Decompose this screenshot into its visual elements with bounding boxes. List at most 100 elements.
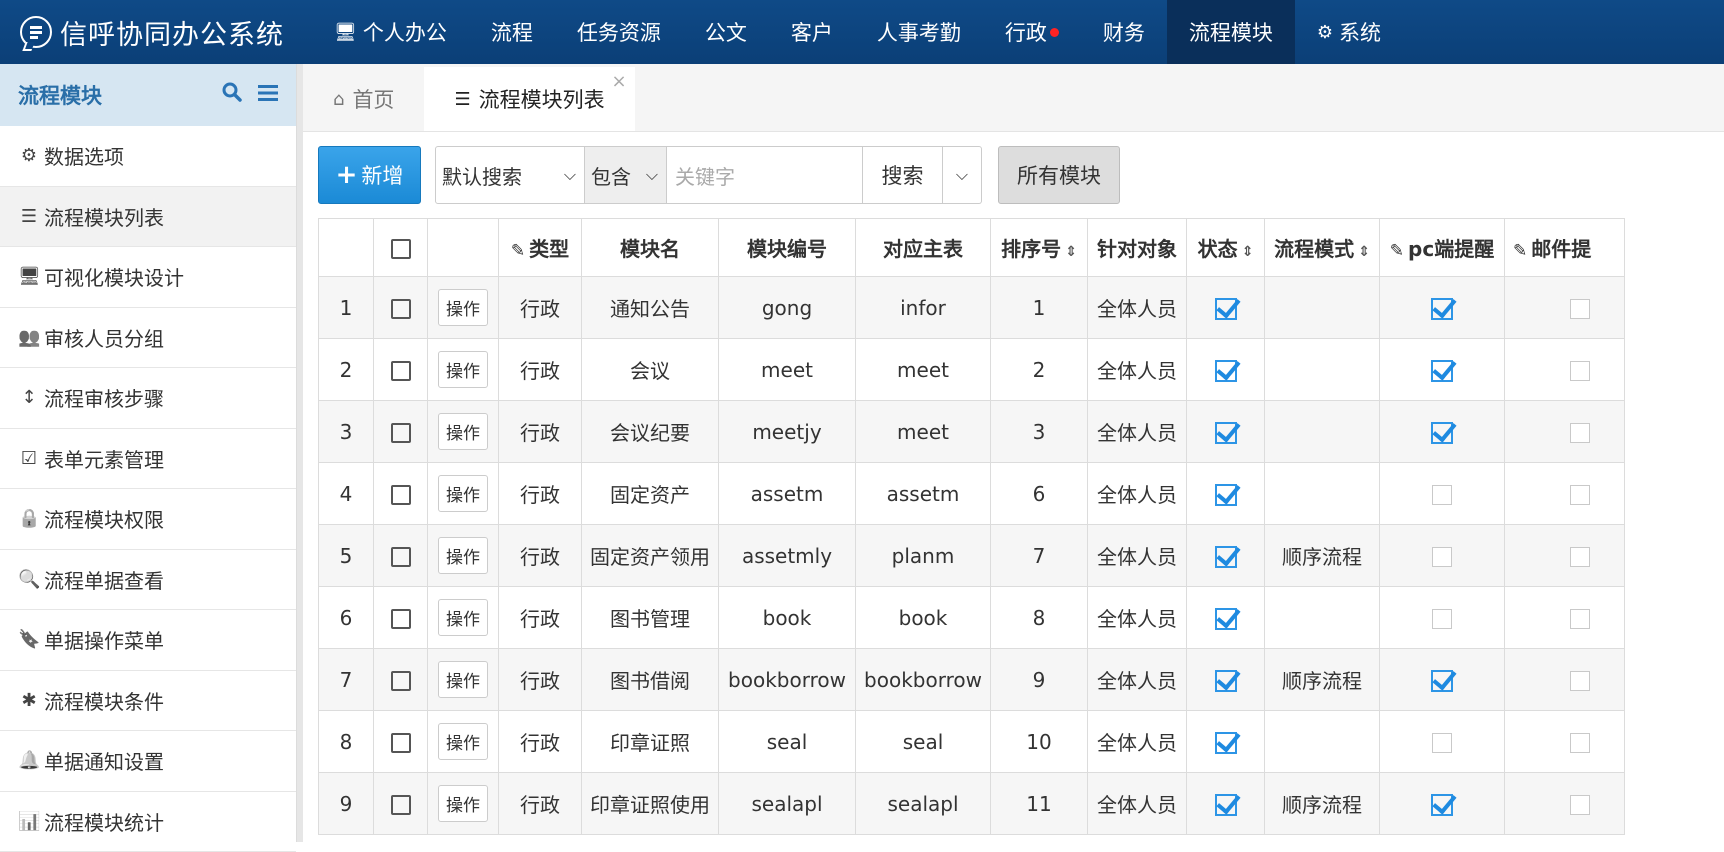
tab-home[interactable]: ⌂ 首页: [303, 67, 424, 131]
select-all-checkbox[interactable]: [391, 239, 411, 259]
row-select[interactable]: [374, 711, 428, 773]
sidebar-item[interactable]: 🖥可视化模块设计: [0, 247, 296, 308]
operate-button[interactable]: 操作: [438, 289, 488, 326]
sidebar-item[interactable]: 📊流程模块统计: [0, 792, 296, 852]
cell-mail-remind[interactable]: [1505, 401, 1625, 463]
cell-mail-remind[interactable]: [1505, 711, 1625, 773]
mail-remind-checkbox[interactable]: [1570, 609, 1590, 629]
menu-icon[interactable]: [258, 83, 278, 108]
table-row[interactable]: 8操作行政印章证照sealseal10全体人员: [319, 711, 1625, 773]
cell-mail-remind[interactable]: [1505, 277, 1625, 339]
cell-pc-remind[interactable]: [1380, 277, 1505, 339]
table-row[interactable]: 3操作行政会议纪要meetjymeet3全体人员: [319, 401, 1625, 463]
pc-remind-check-icon[interactable]: [1431, 670, 1453, 692]
row-checkbox[interactable]: [391, 671, 411, 691]
cell-mail-remind[interactable]: [1505, 525, 1625, 587]
status-check-icon[interactable]: [1215, 794, 1237, 816]
status-check-icon[interactable]: [1215, 298, 1237, 320]
header-pc-remind[interactable]: ✎pc端提醒: [1380, 219, 1505, 277]
sidebar-item[interactable]: 🔔单据通知设置: [0, 731, 296, 792]
header-sort[interactable]: 排序号⇕: [991, 219, 1088, 277]
cell-pc-remind[interactable]: [1380, 463, 1505, 525]
cell-status[interactable]: [1187, 711, 1265, 773]
row-checkbox[interactable]: [391, 547, 411, 567]
row-select[interactable]: [374, 339, 428, 401]
row-op[interactable]: 操作: [428, 649, 499, 711]
status-check-icon[interactable]: [1215, 360, 1237, 382]
search-button[interactable]: 搜索: [863, 146, 943, 204]
sidebar-item[interactable]: ↕流程审核步骤: [0, 368, 296, 429]
row-checkbox[interactable]: [391, 795, 411, 815]
search-icon[interactable]: [222, 82, 242, 108]
row-checkbox[interactable]: [391, 733, 411, 753]
operate-button[interactable]: 操作: [438, 351, 488, 388]
mail-remind-checkbox[interactable]: [1570, 299, 1590, 319]
cell-mail-remind[interactable]: [1505, 339, 1625, 401]
table-row[interactable]: 2操作行政会议meetmeet2全体人员: [319, 339, 1625, 401]
search-dropdown-button[interactable]: ⌵: [943, 146, 982, 204]
cell-status[interactable]: [1187, 339, 1265, 401]
row-select[interactable]: [374, 773, 428, 835]
cell-mail-remind[interactable]: [1505, 463, 1625, 525]
pc-remind-check-icon[interactable]: [1431, 794, 1453, 816]
nav-item-customers[interactable]: 客户: [769, 0, 855, 64]
row-select[interactable]: [374, 649, 428, 711]
mail-remind-checkbox[interactable]: [1570, 485, 1590, 505]
cell-mail-remind[interactable]: [1505, 773, 1625, 835]
cell-status[interactable]: [1187, 587, 1265, 649]
row-op[interactable]: 操作: [428, 773, 499, 835]
keyword-input[interactable]: 关键字: [667, 146, 863, 204]
cell-pc-remind[interactable]: [1380, 773, 1505, 835]
row-op[interactable]: 操作: [428, 525, 499, 587]
operate-button[interactable]: 操作: [438, 475, 488, 512]
table-row[interactable]: 1操作行政通知公告gonginfor1全体人员: [319, 277, 1625, 339]
cell-pc-remind[interactable]: [1380, 401, 1505, 463]
row-op[interactable]: 操作: [428, 401, 499, 463]
cell-pc-remind[interactable]: [1380, 649, 1505, 711]
nav-item-flow[interactable]: 流程: [469, 0, 555, 64]
pc-remind-check-icon[interactable]: [1431, 360, 1453, 382]
cell-pc-remind[interactable]: [1380, 711, 1505, 773]
status-check-icon[interactable]: [1215, 422, 1237, 444]
pc-remind-check-icon[interactable]: [1431, 298, 1453, 320]
cell-status[interactable]: [1187, 401, 1265, 463]
status-check-icon[interactable]: [1215, 608, 1237, 630]
operate-button[interactable]: 操作: [438, 661, 488, 698]
cell-status[interactable]: [1187, 773, 1265, 835]
row-op[interactable]: 操作: [428, 587, 499, 649]
operate-button[interactable]: 操作: [438, 785, 488, 822]
sidebar-item[interactable]: ✱流程模块条件: [0, 671, 296, 732]
header-type[interactable]: ✎类型: [499, 219, 582, 277]
row-op[interactable]: 操作: [428, 339, 499, 401]
sidebar-item[interactable]: 🔒流程模块权限: [0, 489, 296, 550]
header-select-all[interactable]: [374, 219, 428, 277]
nav-item-personal[interactable]: 🖥 个人办公: [312, 0, 469, 64]
nav-item-system[interactable]: ⚙ 系统: [1295, 0, 1403, 64]
nav-item-tasks[interactable]: 任务资源: [555, 0, 683, 64]
all-modules-button[interactable]: 所有模块: [998, 146, 1120, 204]
operate-button[interactable]: 操作: [438, 537, 488, 574]
nav-item-admin[interactable]: 行政: [983, 0, 1081, 64]
table-row[interactable]: 6操作行政图书管理bookbook8全体人员: [319, 587, 1625, 649]
sidebar-item[interactable]: ☑表单元素管理: [0, 429, 296, 490]
operate-button[interactable]: 操作: [438, 413, 488, 450]
status-check-icon[interactable]: [1215, 670, 1237, 692]
nav-item-documents[interactable]: 公文: [683, 0, 769, 64]
table-row[interactable]: 4操作行政固定资产assetmassetm6全体人员: [319, 463, 1625, 525]
header-mail-remind[interactable]: ✎邮件提: [1505, 219, 1625, 277]
pc-remind-check-icon[interactable]: [1431, 422, 1453, 444]
status-check-icon[interactable]: [1215, 484, 1237, 506]
mail-remind-checkbox[interactable]: [1570, 547, 1590, 567]
pc-remind-checkbox[interactable]: [1432, 733, 1452, 753]
cell-status[interactable]: [1187, 525, 1265, 587]
tab-flow-module-list[interactable]: ☰ 流程模块列表 ×: [424, 67, 634, 131]
operate-button[interactable]: 操作: [438, 599, 488, 636]
sidebar-resizer[interactable]: [297, 64, 303, 842]
operate-button[interactable]: 操作: [438, 723, 488, 760]
cell-status[interactable]: [1187, 649, 1265, 711]
brand[interactable]: 信呼协同办公系统: [0, 13, 312, 52]
mail-remind-checkbox[interactable]: [1570, 361, 1590, 381]
add-button[interactable]: +新增: [318, 146, 421, 204]
cell-pc-remind[interactable]: [1380, 525, 1505, 587]
sidebar-item[interactable]: 👥审核人员分组: [0, 308, 296, 369]
